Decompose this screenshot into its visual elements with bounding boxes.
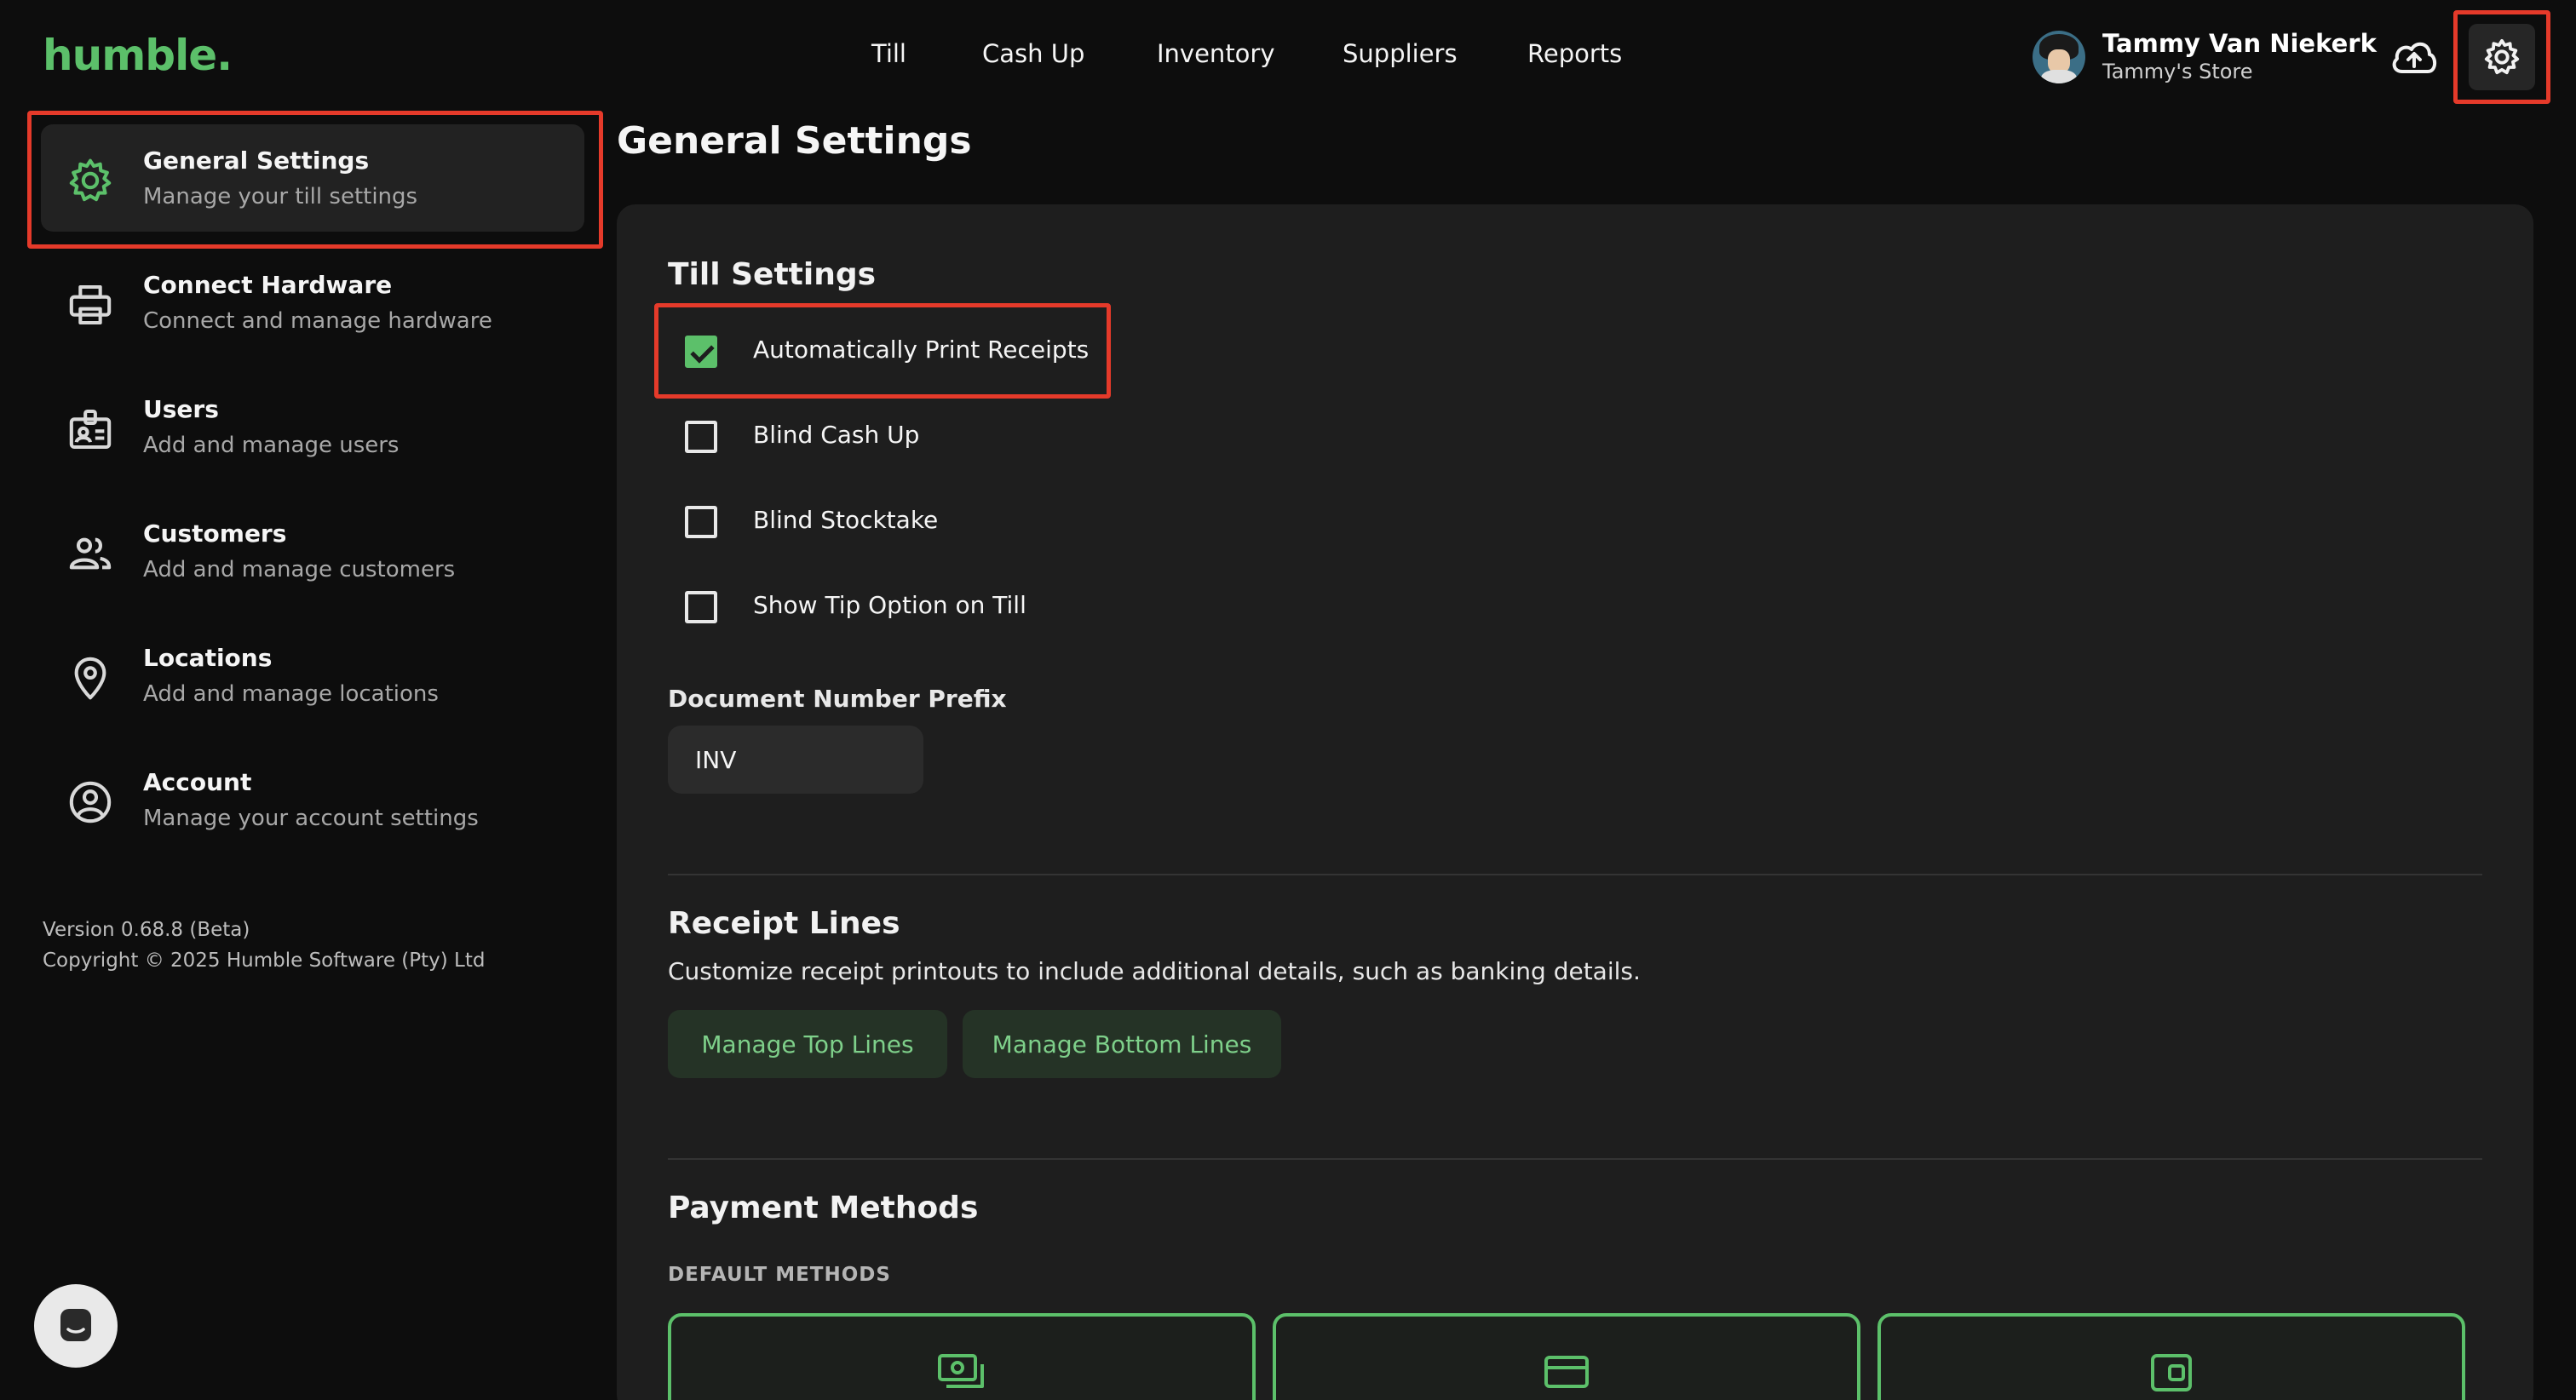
document-prefix-input[interactable] xyxy=(668,726,923,794)
checkbox-checked[interactable] xyxy=(685,336,717,368)
version-text: Version 0.68.8 (Beta) xyxy=(43,919,250,941)
sidebar-item-title: Locations xyxy=(143,644,273,672)
account-circle-icon xyxy=(69,781,112,823)
option-label: Show Tip Option on Till xyxy=(753,591,1026,619)
sidebar-item-connect-hardware[interactable]: Connect Hardware Connect and manage hard… xyxy=(41,249,584,356)
version-info: Version 0.68.8 (Beta) Copyright © 2025 H… xyxy=(43,915,485,976)
option-auto-print-receipts[interactable]: Automatically Print Receipts xyxy=(685,327,1196,375)
sidebar-item-subtitle: Add and manage customers xyxy=(143,557,456,582)
user-profile[interactable]: Tammy Van Niekerk Tammy's Store xyxy=(2033,29,2377,83)
sidebar-item-account[interactable]: Account Manage your account settings xyxy=(41,746,584,853)
user-name: Tammy Van Niekerk xyxy=(2102,29,2377,58)
divider xyxy=(668,1158,2482,1160)
sidebar-item-locations[interactable]: Locations Add and manage locations xyxy=(41,622,584,729)
location-pin-icon xyxy=(74,657,106,700)
sidebar-item-subtitle: Connect and manage hardware xyxy=(143,308,492,334)
wallet-icon xyxy=(2151,1354,2192,1391)
sidebar-item-general-settings[interactable]: General Settings Manage your till settin… xyxy=(41,124,584,232)
cloud-upload-icon[interactable] xyxy=(2390,37,2438,78)
sidebar-item-customers[interactable]: Customers Add and manage customers xyxy=(41,497,584,605)
option-label: Blind Cash Up xyxy=(753,421,920,449)
option-label: Blind Stocktake xyxy=(753,506,939,534)
nav-till[interactable]: Till xyxy=(871,39,906,68)
sidebar-item-subtitle: Manage your till settings xyxy=(143,184,418,209)
avatar xyxy=(2033,31,2085,83)
checkbox-unchecked[interactable] xyxy=(685,591,717,623)
prefix-label: Document Number Prefix xyxy=(668,685,1007,713)
option-label: Automatically Print Receipts xyxy=(753,336,1090,364)
option-blind-cash-up[interactable]: Blind Cash Up xyxy=(685,412,1196,460)
chat-button[interactable] xyxy=(34,1284,118,1368)
sidebar-item-title: Customers xyxy=(143,519,287,548)
option-blind-stocktake[interactable]: Blind Stocktake xyxy=(685,497,1196,545)
copyright-text: Copyright © 2025 Humble Software (Pty) L… xyxy=(43,950,486,972)
settings-panel: Till Settings Automatically Print Receip… xyxy=(617,204,2533,1400)
divider xyxy=(668,874,2482,875)
store-name: Tammy's Store xyxy=(2102,60,2253,83)
nav-suppliers[interactable]: Suppliers xyxy=(1343,39,1458,68)
cash-icon xyxy=(938,1354,984,1388)
receipt-lines-description: Customize receipt printouts to include a… xyxy=(668,957,1641,985)
sidebar-item-subtitle: Add and manage users xyxy=(143,433,400,458)
sidebar-item-title: General Settings xyxy=(143,146,370,175)
gear-icon xyxy=(69,158,112,202)
printer-icon xyxy=(69,284,112,325)
page-title: General Settings xyxy=(617,119,972,163)
settings-button[interactable] xyxy=(2469,24,2535,90)
default-methods-heading: DEFAULT METHODS xyxy=(668,1264,891,1286)
sidebar-item-title: Account xyxy=(143,768,252,796)
payment-methods-title: Payment Methods xyxy=(668,1191,979,1225)
people-icon xyxy=(69,537,112,570)
card-icon xyxy=(1544,1356,1589,1388)
sidebar-item-subtitle: Manage your account settings xyxy=(143,806,479,831)
sidebar-item-title: Connect Hardware xyxy=(143,271,393,299)
manage-top-lines-button[interactable]: Manage Top Lines xyxy=(668,1010,947,1078)
checkbox-unchecked[interactable] xyxy=(685,421,717,453)
gear-icon xyxy=(2484,38,2520,75)
payment-method-wallet[interactable] xyxy=(1877,1313,2465,1400)
sidebar-item-subtitle: Add and manage locations xyxy=(143,681,439,707)
checkbox-unchecked[interactable] xyxy=(685,506,717,538)
nav-inventory[interactable]: Inventory xyxy=(1157,39,1275,68)
payment-method-cash[interactable] xyxy=(668,1313,1256,1400)
nav-cash-up[interactable]: Cash Up xyxy=(982,39,1084,68)
nav-reports[interactable]: Reports xyxy=(1527,39,1622,68)
receipt-lines-title: Receipt Lines xyxy=(668,906,900,941)
payment-method-card[interactable] xyxy=(1273,1313,1860,1400)
id-badge-icon xyxy=(69,409,112,450)
chat-icon xyxy=(60,1309,91,1341)
manage-bottom-lines-button[interactable]: Manage Bottom Lines xyxy=(963,1010,1281,1078)
sidebar-item-title: Users xyxy=(143,395,219,423)
till-settings-title: Till Settings xyxy=(668,257,877,292)
sidebar-item-users[interactable]: Users Add and manage users xyxy=(41,373,584,480)
option-show-tip[interactable]: Show Tip Option on Till xyxy=(685,582,1196,630)
